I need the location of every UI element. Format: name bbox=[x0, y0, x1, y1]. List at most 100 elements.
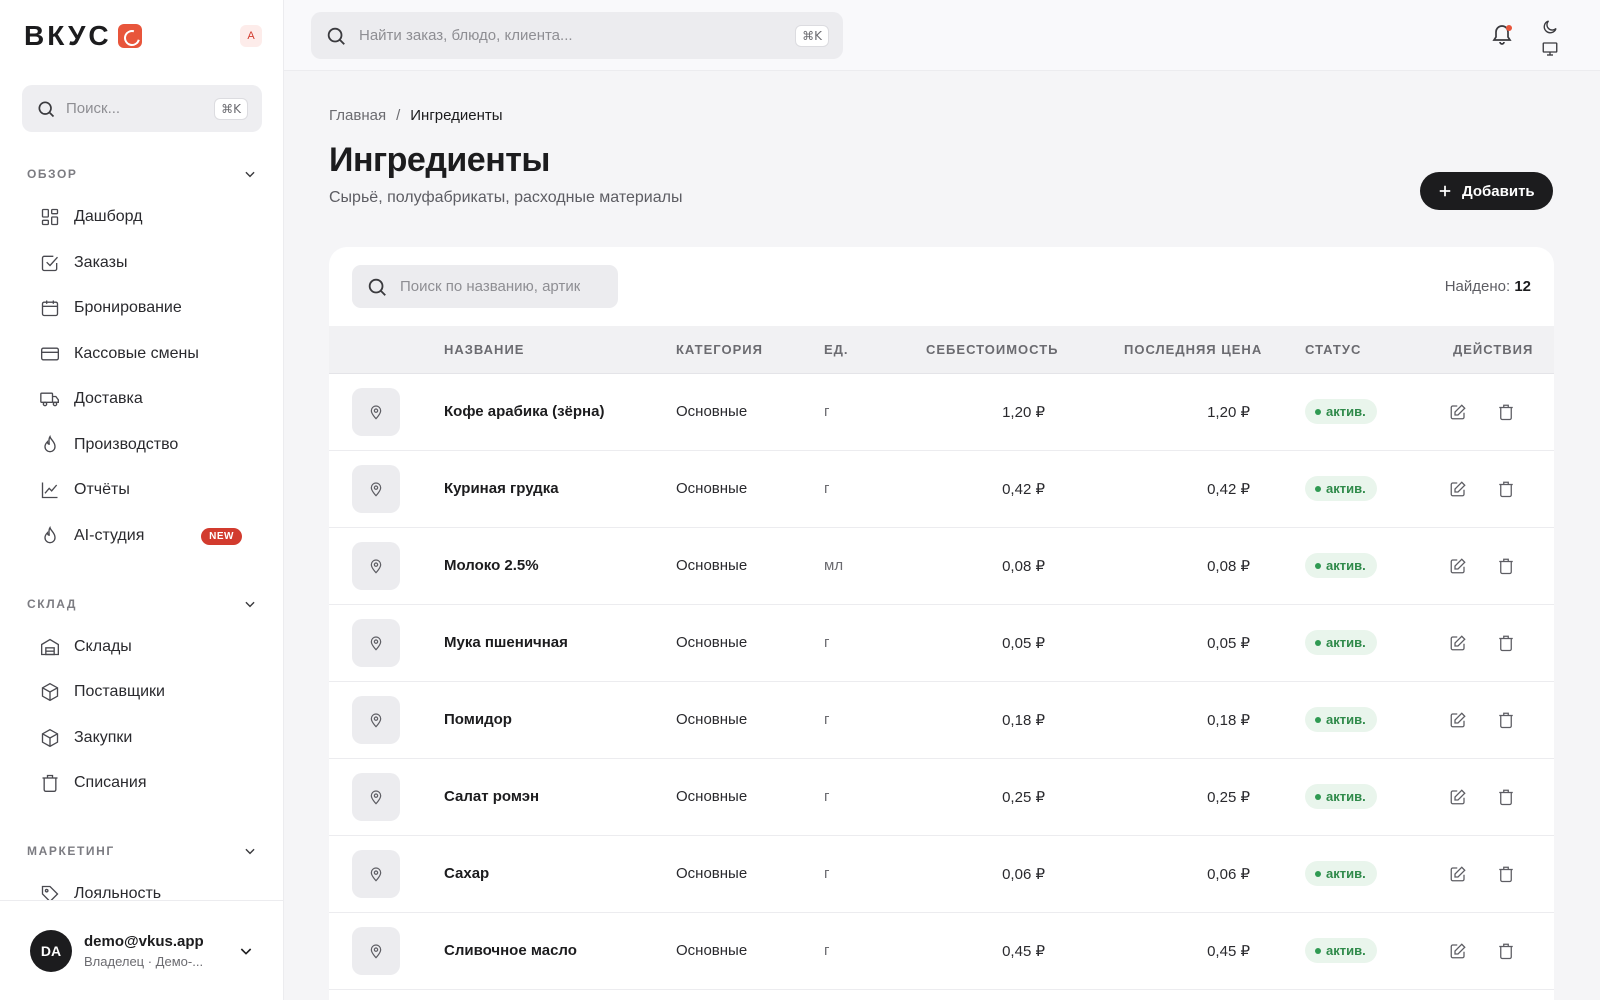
sidebar-item-label: Закупки bbox=[74, 729, 133, 746]
ingredient-unit: г bbox=[824, 942, 830, 959]
shortcut-badge: ⌘K bbox=[214, 97, 248, 120]
status-label: актив. bbox=[1326, 558, 1366, 573]
edit-button[interactable] bbox=[1448, 402, 1468, 422]
monitor-icon[interactable] bbox=[1541, 40, 1559, 58]
logo-row: ВКУС A bbox=[24, 20, 262, 52]
trash-icon bbox=[1499, 866, 1513, 883]
delete-button[interactable] bbox=[1496, 710, 1516, 730]
sidebar-search[interactable]: Поиск... ⌘K bbox=[22, 85, 262, 132]
box-icon bbox=[41, 728, 59, 748]
column-header-last-price[interactable]: ПОСЛЕДНЯЯ ЦЕНА bbox=[1124, 342, 1262, 357]
ingredient-unit: г bbox=[824, 788, 830, 805]
ingredient-last-price: 0,25 ₽ bbox=[1207, 789, 1250, 806]
sidebar-item-label: Доставка bbox=[74, 390, 143, 407]
trash-icon bbox=[1499, 943, 1513, 960]
sidebar-item-orders[interactable]: Заказы bbox=[40, 245, 250, 281]
add-button[interactable]: Добавить bbox=[1420, 172, 1553, 210]
trash-icon bbox=[1499, 558, 1513, 575]
edit-button[interactable] bbox=[1448, 864, 1468, 884]
user-menu[interactable]: DA demo@vkus.app Владелец · Демо-... bbox=[0, 900, 283, 1000]
section-marketing[interactable]: МАРКЕТИНГ bbox=[27, 844, 257, 858]
status-label: актив. bbox=[1326, 635, 1366, 650]
table-row[interactable]: Мука пшеничная Основные г 0,05 ₽ 0,05 ₽ актив… bbox=[329, 605, 1554, 682]
sidebar-item-dashboard[interactable]: Дашборд bbox=[40, 199, 250, 235]
breadcrumb-home[interactable]: Главная bbox=[329, 107, 386, 124]
logo[interactable]: ВКУС bbox=[24, 20, 142, 52]
edit-button[interactable] bbox=[1448, 710, 1468, 730]
sidebar-item-booking[interactable]: Бронирование bbox=[40, 290, 250, 326]
delete-button[interactable] bbox=[1496, 402, 1516, 422]
ingredient-last-price: 0,42 ₽ bbox=[1207, 481, 1250, 498]
delete-button[interactable] bbox=[1496, 941, 1516, 961]
chevron-down-icon[interactable] bbox=[238, 943, 254, 959]
table-row[interactable]: Сливочное масло Основные г 0,45 ₽ 0,45 ₽ акти… bbox=[329, 913, 1554, 990]
edit-button[interactable] bbox=[1448, 479, 1468, 499]
ingredient-category: Основные bbox=[676, 942, 748, 959]
sidebar-item-write-offs[interactable]: Списания bbox=[40, 765, 250, 801]
table-row[interactable]: Сахар Основные г 0,06 ₽ 0,06 ₽ актив. bbox=[329, 836, 1554, 913]
sidebar-item-label: Бронирование bbox=[74, 299, 182, 316]
sidebar-item-purchases[interactable]: Закупки bbox=[40, 720, 250, 756]
ingredient-cost: 0,05 ₽ bbox=[1002, 635, 1045, 652]
found-value: 12 bbox=[1514, 278, 1531, 295]
sidebar-item-cash-shifts[interactable]: Кассовые смены bbox=[40, 336, 250, 372]
topbar: Найти заказ, блюдо, клиента... ⌘K bbox=[284, 0, 1600, 71]
flame-icon bbox=[44, 435, 56, 453]
delete-button[interactable] bbox=[1496, 556, 1516, 576]
section-overview[interactable]: ОБЗОР bbox=[27, 167, 257, 181]
ingredient-name[interactable]: Куриная грудка bbox=[444, 480, 559, 497]
search-icon bbox=[368, 278, 386, 296]
ingredient-name[interactable]: Кофе арабика (зёрна) bbox=[444, 403, 604, 420]
delete-button[interactable] bbox=[1496, 479, 1516, 499]
workspace-avatar[interactable]: A bbox=[240, 25, 262, 47]
sidebar-item-ai-studio[interactable]: AI-студия NEW bbox=[40, 518, 250, 554]
ingredient-name[interactable]: Мука пшеничная bbox=[444, 634, 568, 651]
delete-button[interactable] bbox=[1496, 787, 1516, 807]
table-search-input[interactable]: Поиск по названию, артик bbox=[352, 265, 618, 308]
edit-icon bbox=[1450, 481, 1466, 497]
column-header-name[interactable]: НАЗВАНИЕ bbox=[444, 342, 524, 357]
sidebar-item-suppliers[interactable]: Поставщики bbox=[40, 674, 250, 710]
table-row[interactable]: Салат ромэн Основные г 0,25 ₽ 0,25 ₽ актив. bbox=[329, 759, 1554, 836]
ingredient-name[interactable]: Салат ромэн bbox=[444, 788, 539, 805]
edit-button[interactable] bbox=[1448, 787, 1468, 807]
delete-button[interactable] bbox=[1496, 864, 1516, 884]
edit-button[interactable] bbox=[1448, 556, 1468, 576]
checkbox-icon bbox=[41, 255, 58, 272]
status-label: актив. bbox=[1326, 943, 1366, 958]
ingredient-last-price: 0,06 ₽ bbox=[1207, 866, 1250, 883]
column-header-unit[interactable]: ЕД. bbox=[824, 342, 849, 357]
edit-button[interactable] bbox=[1448, 633, 1468, 653]
table-row[interactable]: Помидор Основные г 0,18 ₽ 0,18 ₽ актив. bbox=[329, 682, 1554, 759]
ingredient-cost: 0,42 ₽ bbox=[1002, 481, 1045, 498]
ingredient-name[interactable]: Сахар bbox=[444, 865, 489, 882]
column-header-category[interactable]: КАТЕГОРИЯ bbox=[676, 342, 763, 357]
global-search[interactable]: Найти заказ, блюдо, клиента... ⌘K bbox=[311, 12, 843, 59]
notifications-button[interactable] bbox=[1490, 22, 1514, 46]
sidebar-item-delivery[interactable]: Доставка bbox=[40, 381, 250, 417]
image-placeholder-icon bbox=[370, 405, 382, 420]
ingredient-name[interactable]: Помидор bbox=[444, 711, 512, 728]
table-row[interactable]: Кофе арабика (зёрна) Основные г 1,20 ₽ 1,20 … bbox=[329, 374, 1554, 451]
ingredient-unit: г bbox=[824, 711, 830, 728]
flame-icon bbox=[44, 526, 56, 544]
sidebar-item-label: Заказы bbox=[74, 254, 128, 271]
sidebar-item-warehouses[interactable]: Склады bbox=[40, 629, 250, 665]
status-dot bbox=[1315, 562, 1321, 569]
edit-button[interactable] bbox=[1448, 941, 1468, 961]
column-header-cost[interactable]: СЕБЕСТОИМОСТЬ bbox=[926, 342, 1059, 357]
status-dot bbox=[1315, 870, 1321, 877]
sidebar-item-label: AI-студия bbox=[74, 527, 145, 544]
section-warehouse[interactable]: СКЛАД bbox=[27, 597, 257, 611]
ingredient-cost: 0,25 ₽ bbox=[1002, 789, 1045, 806]
ingredient-name[interactable]: Молоко 2.5% bbox=[444, 557, 539, 574]
sidebar-item-reports[interactable]: Отчёты bbox=[40, 472, 250, 508]
ingredient-name[interactable]: Сливочное масло bbox=[444, 942, 577, 959]
table-row[interactable]: Молоко 2.5% Основные мл 0,08 ₽ 0,08 ₽ актив. bbox=[329, 528, 1554, 605]
status-badge: актив. bbox=[1305, 707, 1377, 732]
sidebar-item-production[interactable]: Производство bbox=[40, 427, 250, 463]
table-row[interactable]: Куриная грудка Основные г 0,42 ₽ 0,42 ₽ актив… bbox=[329, 451, 1554, 528]
delete-button[interactable] bbox=[1496, 633, 1516, 653]
edit-icon bbox=[1450, 558, 1466, 574]
moon-icon[interactable] bbox=[1541, 18, 1559, 36]
